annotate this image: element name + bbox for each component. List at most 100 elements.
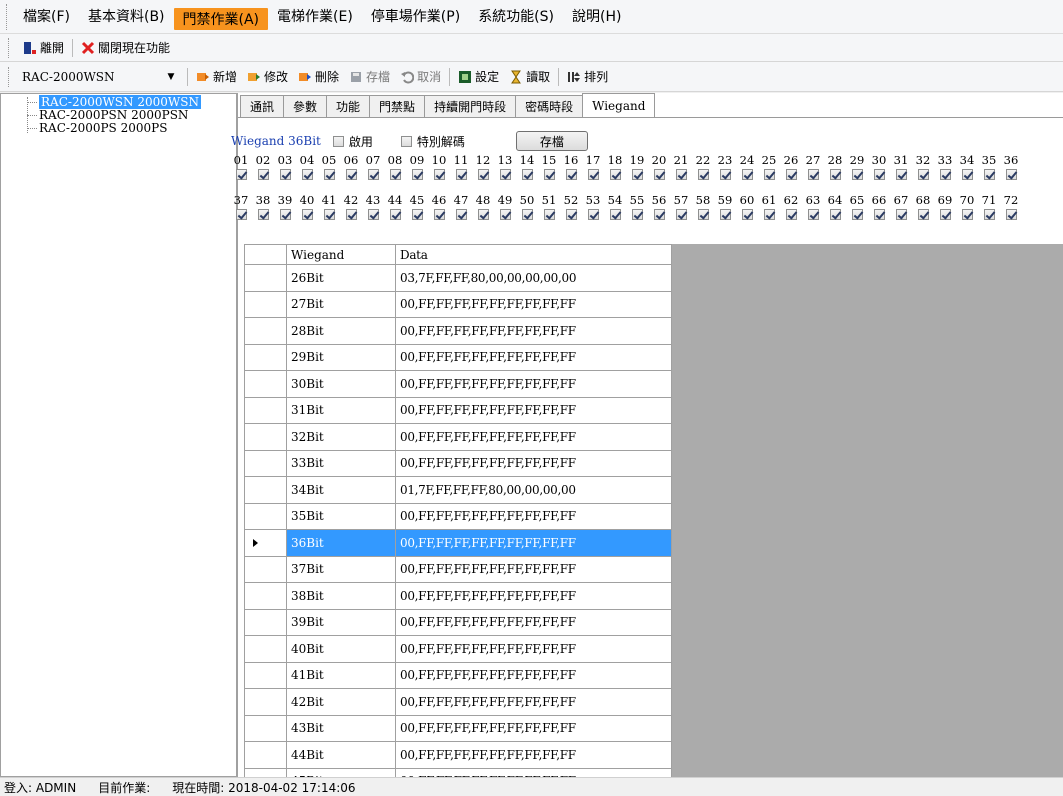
column-header-data[interactable]: Data [395,244,672,265]
bit-checkbox[interactable] [785,168,797,180]
cell-wiegand[interactable]: 34Bit [286,476,396,504]
exit-button[interactable]: 離開 [18,39,69,56]
sort-button[interactable]: 排列 [562,68,613,85]
cell-wiegand[interactable]: 36Bit [286,529,396,557]
save-toolbar-button[interactable]: 存檔 [344,68,395,85]
special-decode-checkbox[interactable]: 特別解碼 [400,133,465,150]
bit-checkbox[interactable] [477,208,489,220]
bit-checkbox[interactable] [235,168,247,180]
cell-wiegand[interactable]: 40Bit [286,635,396,663]
row-header[interactable] [244,343,287,371]
cell-wiegand[interactable]: 41Bit [286,661,396,689]
cell-wiegand[interactable]: 35Bit [286,502,396,530]
table-row[interactable]: 30Bit 00,FF,FF,FF,FF,FF,FF,FF,FF,FF [244,370,672,398]
cell-wiegand[interactable]: 45Bit [286,767,396,777]
table-row[interactable]: 28Bit 00,FF,FF,FF,FF,FF,FF,FF,FF,FF [244,317,672,345]
bit-checkbox[interactable] [235,208,247,220]
bit-checkbox[interactable] [587,168,599,180]
tab-1[interactable]: 參數 [283,95,328,117]
cell-wiegand[interactable]: 43Bit [286,714,396,742]
menu-item-5[interactable]: 系統功能(S) [469,0,563,28]
bit-checkbox[interactable] [851,168,863,180]
table-row[interactable]: 34Bit 01,7F,FF,FF,FF,80,00,00,00,00 [244,476,672,504]
bit-checkbox[interactable] [741,168,753,180]
row-header[interactable] [244,608,287,636]
tab-2[interactable]: 功能 [326,95,371,117]
bit-checkbox[interactable] [565,168,577,180]
tab-0[interactable]: 通訊 [240,95,285,117]
table-row[interactable]: 45Bit00,FF,FF,FF,FF,FF,FF,FF,FF,FF [244,767,672,777]
bit-checkbox[interactable] [763,168,775,180]
cell-data[interactable]: 00,FF,FF,FF,FF,FF,FF,FF,FF,FF [395,582,672,610]
cell-data[interactable]: 03,7F,FF,FF,80,00,00,00,00,00 [395,264,672,292]
cell-data[interactable]: 00,FF,FF,FF,FF,FF,FF,FF,FF,FF [395,449,672,477]
model-combobox[interactable]: RAC-2000WSN ▼ [18,66,180,88]
bit-checkbox[interactable] [939,168,951,180]
bit-checkbox[interactable] [631,208,643,220]
bit-checkbox[interactable] [829,168,841,180]
bit-checkbox[interactable] [675,168,687,180]
cell-wiegand[interactable]: 28Bit [286,317,396,345]
bit-checkbox[interactable] [389,208,401,220]
bit-checkbox[interactable] [257,168,269,180]
bit-checkbox[interactable] [653,168,665,180]
bit-checkbox[interactable] [873,208,885,220]
bit-checkbox[interactable] [543,208,555,220]
cell-data[interactable]: 00,FF,FF,FF,FF,FF,FF,FF,FF,FF [395,396,672,424]
cell-data[interactable]: 00,FF,FF,FF,FF,FF,FF,FF,FF,FF [395,529,672,557]
cell-wiegand[interactable]: 26Bit [286,264,396,292]
menu-item-4[interactable]: 停車場作業(P) [362,0,469,28]
cell-data[interactable]: 00,FF,FF,FF,FF,FF,FF,FF,FF,FF [395,741,672,769]
bit-checkbox[interactable] [477,168,489,180]
cell-data[interactable]: 00,FF,FF,FF,FF,FF,FF,FF,FF,FF [395,688,672,716]
bit-checkbox[interactable] [807,208,819,220]
row-header[interactable] [244,317,287,345]
bit-checkbox[interactable] [345,208,357,220]
bit-checkbox[interactable] [521,168,533,180]
bit-checkbox[interactable] [367,208,379,220]
chevron-down-icon[interactable]: ▼ [162,72,180,82]
bit-checkbox[interactable] [917,168,929,180]
cell-data[interactable]: 00,FF,FF,FF,FF,FF,FF,FF,FF,FF [395,608,672,636]
cell-wiegand[interactable]: 38Bit [286,582,396,610]
table-row[interactable]: 44Bit 00,FF,FF,FF,FF,FF,FF,FF,FF,FF [244,741,672,769]
table-row[interactable]: 41Bit 00,FF,FF,FF,FF,FF,FF,FF,FF,FF [244,661,672,689]
table-row[interactable]: 37Bit 00,FF,FF,FF,FF,FF,FF,FF,FF,FF [244,555,672,583]
table-row[interactable]: 35Bit 00,FF,FF,FF,FF,FF,FF,FF,FF,FF [244,502,672,530]
row-header[interactable] [244,529,287,557]
table-row[interactable]: 40Bit 00,FF,FF,FF,FF,FF,FF,FF,FF,FF [244,635,672,663]
cell-data[interactable]: 00,FF,FF,FF,FF,FF,FF,FF,FF,FF [395,423,672,451]
cancel-button[interactable]: 取消 [395,68,446,85]
bit-checkbox[interactable] [719,208,731,220]
row-header[interactable] [244,264,287,292]
cell-wiegand[interactable]: 31Bit [286,396,396,424]
table-row[interactable]: 38Bit 00,FF,FF,FF,FF,FF,FF,FF,FF,FF [244,582,672,610]
save-button[interactable]: 存檔 [515,131,588,151]
bit-checkbox[interactable] [565,208,577,220]
cell-data[interactable]: 00,FF,FF,FF,FF,FF,FF,FF,FF,FF [395,635,672,663]
menu-item-0[interactable]: 檔案(F) [14,0,79,28]
bit-checkbox[interactable] [895,168,907,180]
row-header[interactable] [244,582,287,610]
bit-checkbox[interactable] [1005,208,1017,220]
menu-item-6[interactable]: 說明(H) [563,0,630,28]
table-row[interactable]: 42Bit 00,FF,FF,FF,FF,FF,FF,FF,FF,FF [244,688,672,716]
bit-checkbox[interactable] [719,168,731,180]
row-header[interactable] [244,688,287,716]
bit-checkbox[interactable] [983,208,995,220]
row-header[interactable] [244,767,287,777]
row-header[interactable] [244,714,287,742]
table-row[interactable]: 33Bit 00,FF,FF,FF,FF,FF,FF,FF,FF,FF [244,449,672,477]
bit-checkbox[interactable] [653,208,665,220]
bit-checkbox[interactable] [851,208,863,220]
bit-checkbox[interactable] [587,208,599,220]
close-current-button[interactable]: 關閉現在功能 [76,39,175,56]
cell-data[interactable]: 00,FF,FF,FF,FF,FF,FF,FF,FF,FF [395,555,672,583]
row-header[interactable] [244,396,287,424]
bit-checkbox[interactable] [257,208,269,220]
bit-checkbox[interactable] [543,168,555,180]
cell-data[interactable]: 00,FF,FF,FF,FF,FF,FF,FF,FF,FF [395,290,672,318]
row-header[interactable] [244,635,287,663]
row-header[interactable] [244,290,287,318]
cell-data[interactable]: 01,7F,FF,FF,FF,80,00,00,00,00 [395,476,672,504]
